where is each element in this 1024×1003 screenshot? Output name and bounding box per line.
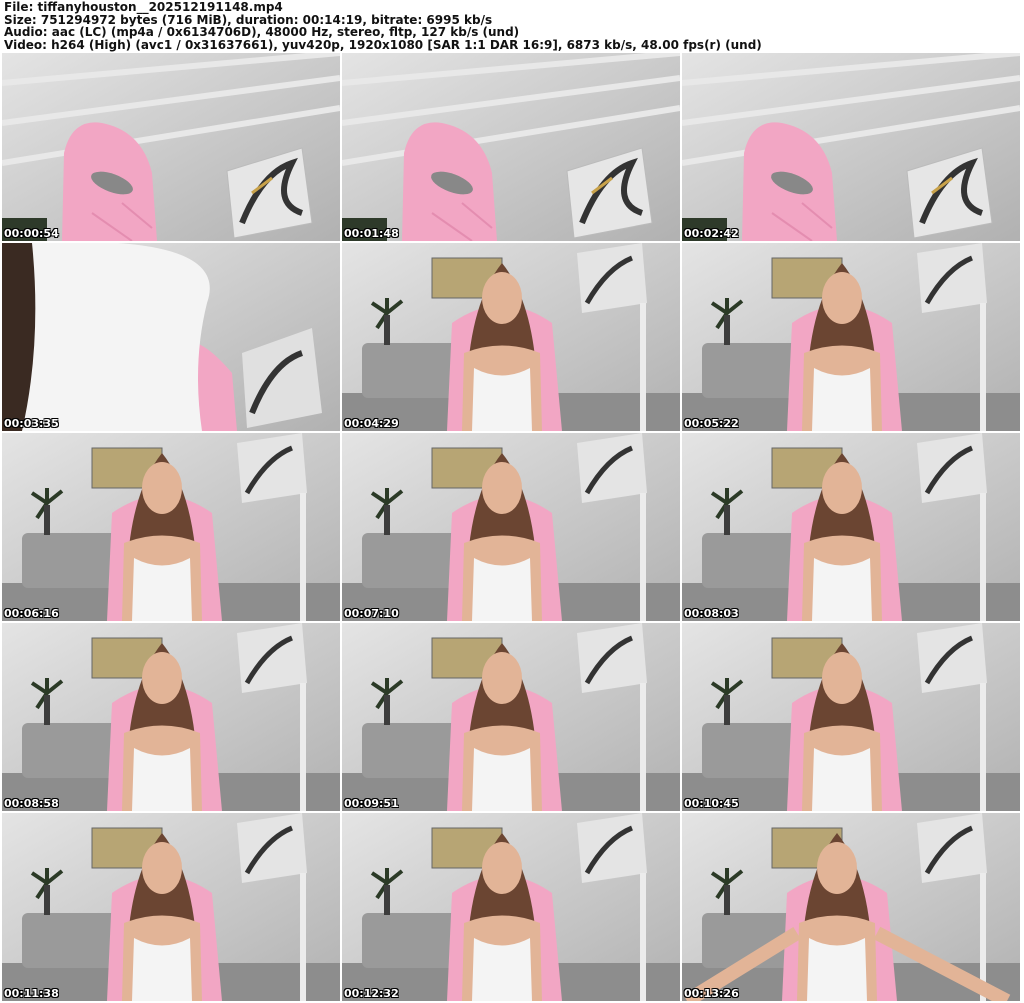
video-thumbnail: 00:12:32: [342, 813, 680, 1001]
thumbnail-timestamp: 00:12:32: [344, 987, 399, 1000]
video-thumbnail: 00:10:45: [682, 623, 1020, 811]
thumbnail-image: [342, 623, 680, 811]
file-info-header: File: tiffanyhouston__202512191148.mp4 S…: [4, 1, 1020, 51]
video-thumbnail: 00:08:58: [2, 623, 340, 811]
video-thumbnail: 00:01:48: [342, 53, 680, 241]
thumbnail-timestamp: 00:11:38: [4, 987, 59, 1000]
thumbnail-timestamp: 00:05:22: [684, 417, 739, 430]
video-thumbnail: 00:06:16: [2, 433, 340, 621]
video-thumbnail: 00:11:38: [2, 813, 340, 1001]
thumbnail-timestamp: 00:07:10: [344, 607, 399, 620]
thumbnail-image: [682, 813, 1020, 1001]
thumbnail-image: [2, 813, 340, 1001]
thumbnail-grid: 00:00:54 00:01:48 00:02:42 00:03:35 00:04:29…: [2, 53, 1022, 1003]
thumbnail-timestamp: 00:02:42: [684, 227, 739, 240]
thumbnail-timestamp: 00:04:29: [344, 417, 399, 430]
video-thumbnail: 00:03:35: [2, 243, 340, 431]
thumbnail-timestamp: 00:08:58: [4, 797, 59, 810]
audio-info-line: Audio: aac (LC) (mp4a / 0x6134706D), 480…: [4, 25, 520, 39]
thumbnail-image: [342, 243, 680, 431]
thumbnail-timestamp: 00:00:54: [4, 227, 59, 240]
thumbnail-timestamp: 00:09:51: [344, 797, 399, 810]
video-thumbnail: 00:05:22: [682, 243, 1020, 431]
thumbnail-image: [2, 433, 340, 621]
thumbnail-image: [2, 243, 340, 431]
video-thumbnail: 00:04:29: [342, 243, 680, 431]
video-thumbnail: 00:02:42: [682, 53, 1020, 241]
video-thumbnail: 00:13:26: [682, 813, 1020, 1001]
thumbnail-timestamp: 00:06:16: [4, 607, 59, 620]
thumbnail-timestamp: 00:10:45: [684, 797, 739, 810]
thumbnail-image: [682, 243, 1020, 431]
thumbnail-image: [342, 433, 680, 621]
thumbnail-image: [682, 53, 1020, 241]
video-thumbnail: 00:09:51: [342, 623, 680, 811]
video-info-line: Video: h264 (High) (avc1 / 0x31637661), …: [4, 37, 762, 52]
video-thumbnail: 00:07:10: [342, 433, 680, 621]
thumbnail-image: [2, 623, 340, 811]
thumbnail-timestamp: 00:13:26: [684, 987, 739, 1000]
video-thumbnail: 00:00:54: [2, 53, 340, 241]
video-thumbnail: 00:08:03: [682, 433, 1020, 621]
thumbnail-timestamp: 00:01:48: [344, 227, 399, 240]
thumbnail-timestamp: 00:08:03: [684, 607, 739, 620]
thumbnail-image: [342, 813, 680, 1001]
thumbnail-image: [682, 623, 1020, 811]
thumbnail-image: [682, 433, 1020, 621]
thumbnail-timestamp: 00:03:35: [4, 417, 59, 430]
thumbnail-image: [342, 53, 680, 241]
thumbnail-image: [2, 53, 340, 241]
file-name-line: File: tiffanyhouston__202512191148.mp4: [4, 0, 283, 14]
